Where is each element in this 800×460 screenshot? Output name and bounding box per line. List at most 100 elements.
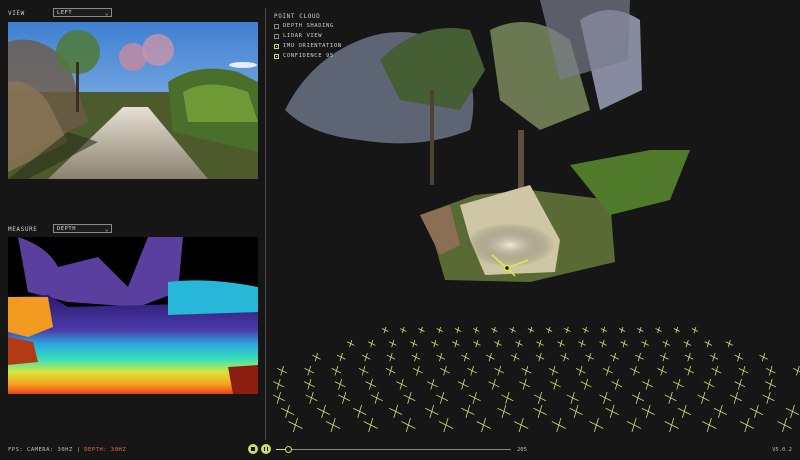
grid-cross: [626, 421, 642, 429]
timeline-track[interactable]: [276, 449, 511, 450]
checkbox-confidence-95[interactable]: [274, 53, 279, 59]
grid-cross: [513, 352, 517, 362]
grid-cross: [431, 341, 439, 346]
grid-cross: [439, 352, 443, 362]
grid-cross: [790, 404, 795, 418]
grid-cross: [549, 381, 561, 388]
chevron-down-icon: ⌄: [104, 226, 109, 233]
option-depth-shading[interactable]: DEPTH SHADING: [274, 23, 334, 29]
grid-cross: [401, 421, 416, 429]
grid-cross: [304, 367, 315, 374]
grid-cross: [593, 417, 599, 433]
grid-cross: [339, 352, 343, 362]
grid-cross: [461, 407, 475, 416]
grid-cross: [664, 339, 668, 348]
grid-cross: [754, 404, 759, 418]
grid-cross: [547, 326, 551, 334]
grid-cross: [273, 381, 285, 388]
grid-cross: [292, 417, 298, 433]
checkbox-lidar-view[interactable]: [274, 33, 279, 39]
grid-cross: [620, 326, 624, 334]
grid-cross: [563, 352, 567, 362]
checkbox-imu-orientation[interactable]: [274, 43, 279, 49]
grid-cross: [606, 365, 610, 376]
grid-cross: [334, 365, 339, 376]
option-confidence-95[interactable]: CONFIDENCE 95: [274, 53, 334, 59]
grid-cross: [436, 354, 445, 360]
grid-cross: [622, 339, 626, 348]
grid-cross: [443, 365, 447, 376]
grid-cross: [662, 352, 666, 362]
grid-cross: [537, 404, 543, 418]
grid-cross: [307, 365, 312, 376]
grid-cross: [605, 407, 619, 416]
grid-cross: [588, 352, 592, 362]
grid-cross: [454, 328, 462, 332]
floor-grid: [272, 326, 800, 433]
grid-cross: [639, 326, 642, 334]
grid-cross: [582, 328, 589, 332]
grid-cross: [470, 365, 474, 376]
grid-cross: [346, 341, 355, 346]
grid-cross: [403, 394, 416, 402]
camera-preview: [8, 22, 258, 179]
grid-cross: [739, 421, 755, 429]
grid-cross: [452, 341, 460, 346]
grid-cross: [575, 367, 586, 374]
grid-cross: [416, 365, 420, 376]
pointcloud-render: [272, 0, 800, 433]
grid-cross: [496, 339, 500, 348]
pause-button[interactable]: [261, 444, 271, 454]
grid-cross: [456, 326, 460, 334]
grid-cross: [675, 326, 679, 334]
grid-cross: [364, 352, 368, 362]
option-lidar-view[interactable]: LIDAR VIEW: [274, 33, 322, 39]
grid-cross: [418, 328, 425, 332]
timeline-handle[interactable]: [284, 446, 292, 453]
grid-cross: [365, 381, 377, 388]
grid-cross: [733, 391, 738, 404]
grid-cross: [537, 391, 543, 404]
measure-select[interactable]: DEPTH ⌄: [53, 224, 112, 233]
grid-cross: [642, 381, 654, 388]
grid-cross: [548, 367, 559, 374]
grid-cross: [389, 352, 393, 362]
grid-cross: [389, 407, 403, 416]
grid-cross: [792, 367, 800, 373]
grid-cross: [514, 421, 529, 429]
grid-cross: [659, 354, 669, 360]
grid-cross: [553, 378, 558, 390]
grid-cross: [709, 354, 719, 360]
grid-cross: [702, 421, 717, 429]
checkbox-depth-shading[interactable]: [274, 23, 279, 29]
grid-cross: [303, 381, 315, 388]
grid-cross: [316, 407, 331, 416]
grid-cross: [430, 378, 435, 390]
grid-cross: [727, 339, 731, 348]
grid-cross: [383, 326, 387, 334]
grid-cross: [712, 352, 716, 362]
grid-cross: [388, 365, 393, 376]
pointcloud-viewport[interactable]: [270, 0, 800, 440]
grid-cross: [385, 367, 396, 374]
grid-cross: [476, 421, 491, 429]
grid-cross: [676, 378, 681, 390]
option-imu-orientation[interactable]: IMU ORIENTATION: [274, 43, 342, 49]
grid-cross: [601, 339, 605, 348]
grid-cross: [683, 341, 691, 346]
grid-cross: [706, 339, 710, 348]
option-label: IMU ORIENTATION: [283, 43, 342, 49]
grid-cross: [762, 394, 775, 402]
view-select[interactable]: LEFT ⌄: [53, 8, 112, 17]
grid-cross: [602, 367, 613, 374]
grid-cross: [538, 339, 542, 348]
grid-cross: [673, 328, 680, 332]
option-label: CONFIDENCE 95: [283, 53, 334, 59]
grid-cross: [609, 404, 615, 418]
grid-cross: [501, 394, 514, 402]
grid-cross: [556, 417, 562, 433]
record-button[interactable]: [248, 444, 258, 454]
grid-cross: [664, 394, 677, 402]
grid-cross: [325, 421, 341, 429]
grid-cross: [768, 365, 773, 376]
